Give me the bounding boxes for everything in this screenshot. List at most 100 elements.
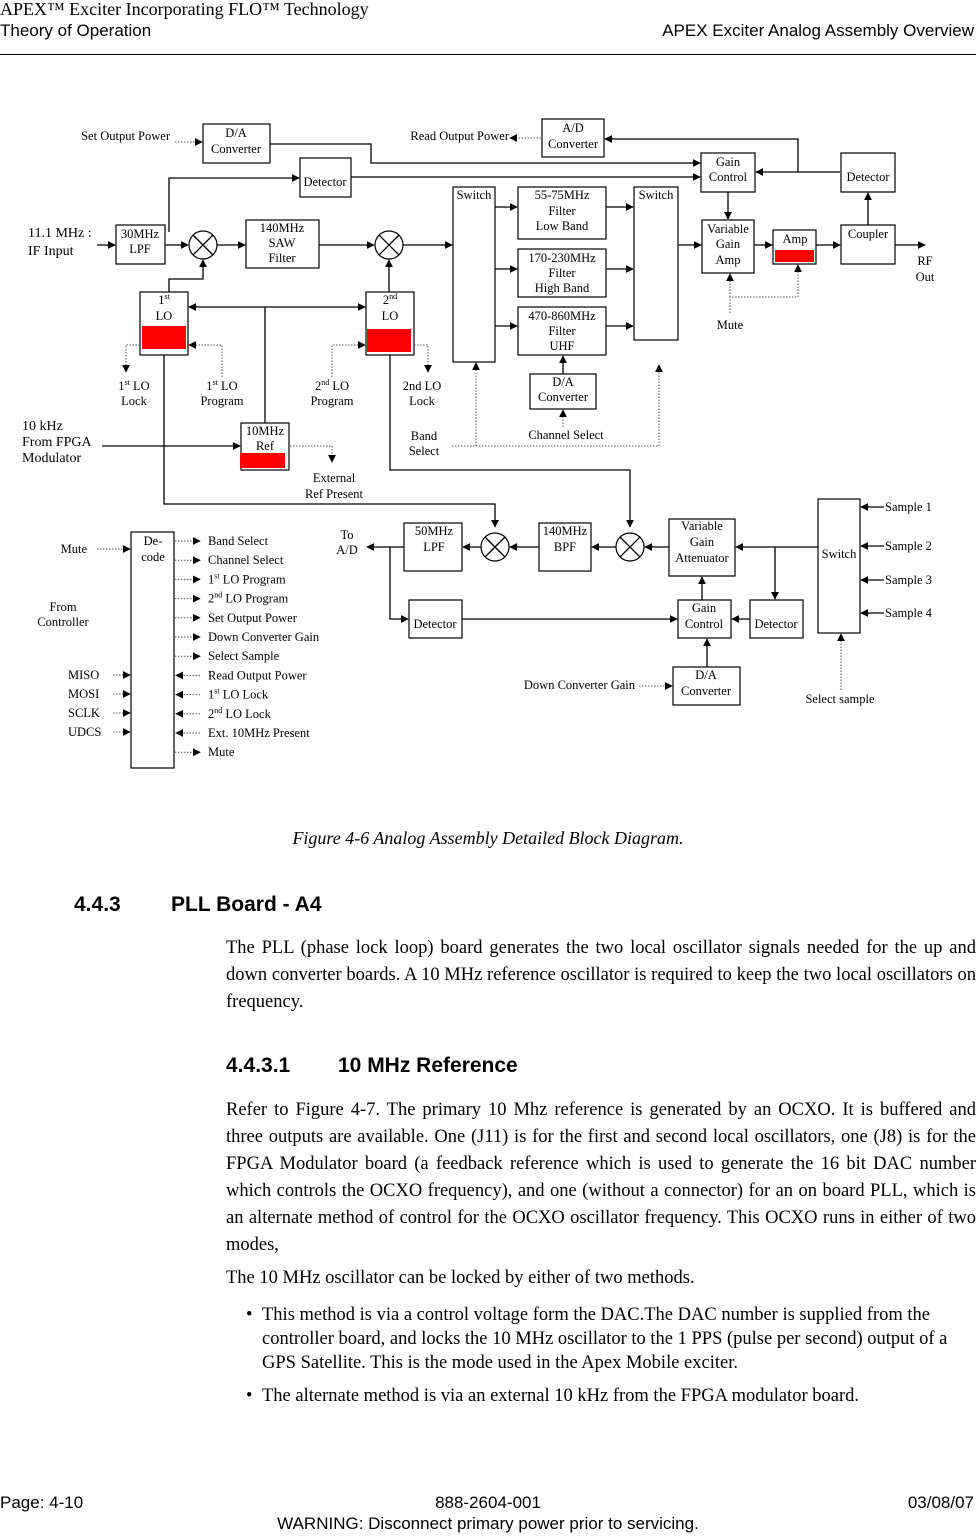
svg-text:D/A: D/A [552, 375, 574, 389]
decoder-outputs: Band Select Channel Select 1st LO Program 2… [175, 534, 320, 759]
svg-text:10MHz: 10MHz [246, 424, 285, 438]
subsection-heading: 4.4.3.1 10 MHz Reference [226, 1054, 518, 1078]
label-lo1-program-2: Program [200, 394, 243, 408]
lpf-30mhz: 30MHz LPF [115, 224, 166, 265]
methods-list: • This method is via a control voltage fo… [246, 1303, 976, 1417]
mixer-4-icon [615, 532, 645, 562]
svg-text:30MHz: 30MHz [121, 227, 160, 241]
label-channel-select: Channel Select [528, 428, 604, 442]
label-read-output-power: Read Output Power [410, 129, 509, 143]
label-ext-ref-2: Ref Present [305, 487, 363, 501]
switch-a: Switch [452, 186, 496, 363]
svg-text:Detector: Detector [413, 617, 457, 631]
footer-doc-number: 888-2604-001 [435, 1493, 541, 1512]
svg-text:LO: LO [382, 309, 399, 323]
label-10khz: 10 kHz [22, 419, 63, 434]
ref-10mhz: 10MHz Ref [240, 422, 290, 471]
figure-caption: Figure 4-6 Analog Assembly Detailed Bloc… [292, 828, 684, 848]
signal-lo2-program [331, 341, 366, 377]
svg-text:50MHz: 50MHz [415, 524, 454, 538]
label-decoder-mute: Mute [61, 542, 88, 556]
label-set-output-power: Set Output Power [81, 129, 171, 143]
svg-text:Filter: Filter [548, 266, 576, 280]
svg-text:Gain: Gain [692, 601, 717, 615]
svg-text:D/A: D/A [695, 668, 717, 682]
svg-text:Gain: Gain [716, 237, 741, 251]
sample-inputs: Sample 1 Sample 2 Sample 3 Sample 4 [860, 500, 933, 620]
svg-text:Variable: Variable [681, 519, 723, 533]
svg-text:Detector: Detector [754, 617, 798, 631]
svg-text:D/A: D/A [225, 126, 247, 140]
svg-text:Converter: Converter [538, 390, 589, 404]
svg-text:UHF: UHF [549, 339, 574, 353]
decoder-signal-label: Mute [208, 745, 235, 759]
svg-text:LO: LO [156, 309, 173, 323]
detector-down-right: Detector [749, 599, 804, 639]
paragraph-pll: The PLL (phase lock loop) board generate… [226, 938, 976, 1012]
detector-down-left: Detector [408, 599, 463, 639]
sample-label: Sample 4 [885, 606, 933, 620]
footer-warning: WARNING: Disconnect primary power prior … [277, 1514, 699, 1533]
signal-ext-ref [290, 445, 336, 463]
svg-text:Ref: Ref [256, 439, 275, 453]
svg-text:Gain: Gain [690, 535, 715, 549]
paragraph-methods: The 10 MHz oscillator can be locked by e… [226, 1268, 695, 1288]
label-band-select: Band [411, 429, 438, 443]
amp-indicator [775, 250, 814, 262]
list-item: • The alternate method is via an external… [246, 1384, 976, 1408]
label-select-sample: Select sample [805, 692, 875, 706]
svg-text:Switch: Switch [822, 547, 857, 561]
svg-text:Converter: Converter [211, 142, 262, 156]
bpf-140mhz: 140MHz BPF [538, 522, 592, 572]
label-to-ad: To [340, 528, 353, 542]
sample-label: Sample 2 [885, 539, 932, 553]
decoder-signal-label: Down Converter Gain [208, 630, 320, 644]
svg-text:Attenuator: Attenuator [675, 551, 729, 565]
label-from-controller: From [49, 600, 76, 614]
spi-label: SCLK [68, 706, 100, 720]
line-lo1-to-mixer1 [168, 259, 207, 292]
label-mute: Mute [717, 318, 744, 332]
footer-date: 03/08/07 [907, 1493, 974, 1512]
svg-text:BPF: BPF [554, 540, 576, 554]
bullet-icon: • [246, 1305, 253, 1325]
spi-label: UDCS [68, 725, 101, 739]
label-lo2-lock-2: Lock [409, 394, 435, 408]
svg-text:High Band: High Band [535, 281, 590, 295]
spi-label: MISO [68, 668, 99, 682]
svg-text:Control: Control [709, 170, 748, 184]
subsection-title: 10 MHz Reference [338, 1054, 518, 1077]
svg-text:code: code [141, 550, 165, 564]
sample-label: Sample 1 [885, 500, 932, 514]
label-if-input-2: IF Input [28, 244, 74, 259]
lo1-indicator [142, 326, 186, 349]
signal-lo2-lock [414, 344, 432, 373]
header-rule [0, 54, 976, 55]
filter-uhf: 470-860MHz Filter UHF [517, 306, 607, 356]
ad-converter: A/D Converter [541, 118, 605, 158]
svg-text:A/D: A/D [562, 121, 584, 135]
switch-b: Switch [633, 186, 679, 341]
gain-control-down: Gain Control [677, 599, 732, 639]
da-converter-channel: D/A Converter [529, 373, 597, 410]
coupler: Coupler [840, 224, 896, 265]
svg-text:470-860MHz: 470-860MHz [528, 309, 596, 323]
svg-text:Switch: Switch [457, 188, 492, 202]
spi-label: MOSI [68, 687, 99, 701]
svg-text:Converter: Converter [548, 137, 599, 151]
label-to-ad-2: A/D [336, 543, 358, 557]
svg-text:Detector: Detector [303, 175, 347, 189]
svg-text:Filter: Filter [268, 251, 296, 265]
svg-text:140MHz: 140MHz [543, 524, 588, 538]
svg-text:De-: De- [144, 534, 163, 548]
lpf-50mhz: 50MHz LPF [403, 522, 463, 572]
label-from-controller-2: Controller [37, 615, 89, 629]
mixer-2-icon [374, 230, 404, 260]
svg-text:Gain: Gain [716, 155, 741, 169]
header-title: APEX™ Exciter Incorporating FLO™ Technol… [0, 0, 369, 19]
sample-label: Sample 3 [885, 573, 932, 587]
label-band-select-2: Select [409, 444, 440, 458]
spi-inputs: MISO MOSI SCLK UDCS [68, 668, 131, 739]
label-lo1-lock-2: Lock [121, 394, 147, 408]
decoder-signal-label: Read Output Power [208, 668, 307, 682]
